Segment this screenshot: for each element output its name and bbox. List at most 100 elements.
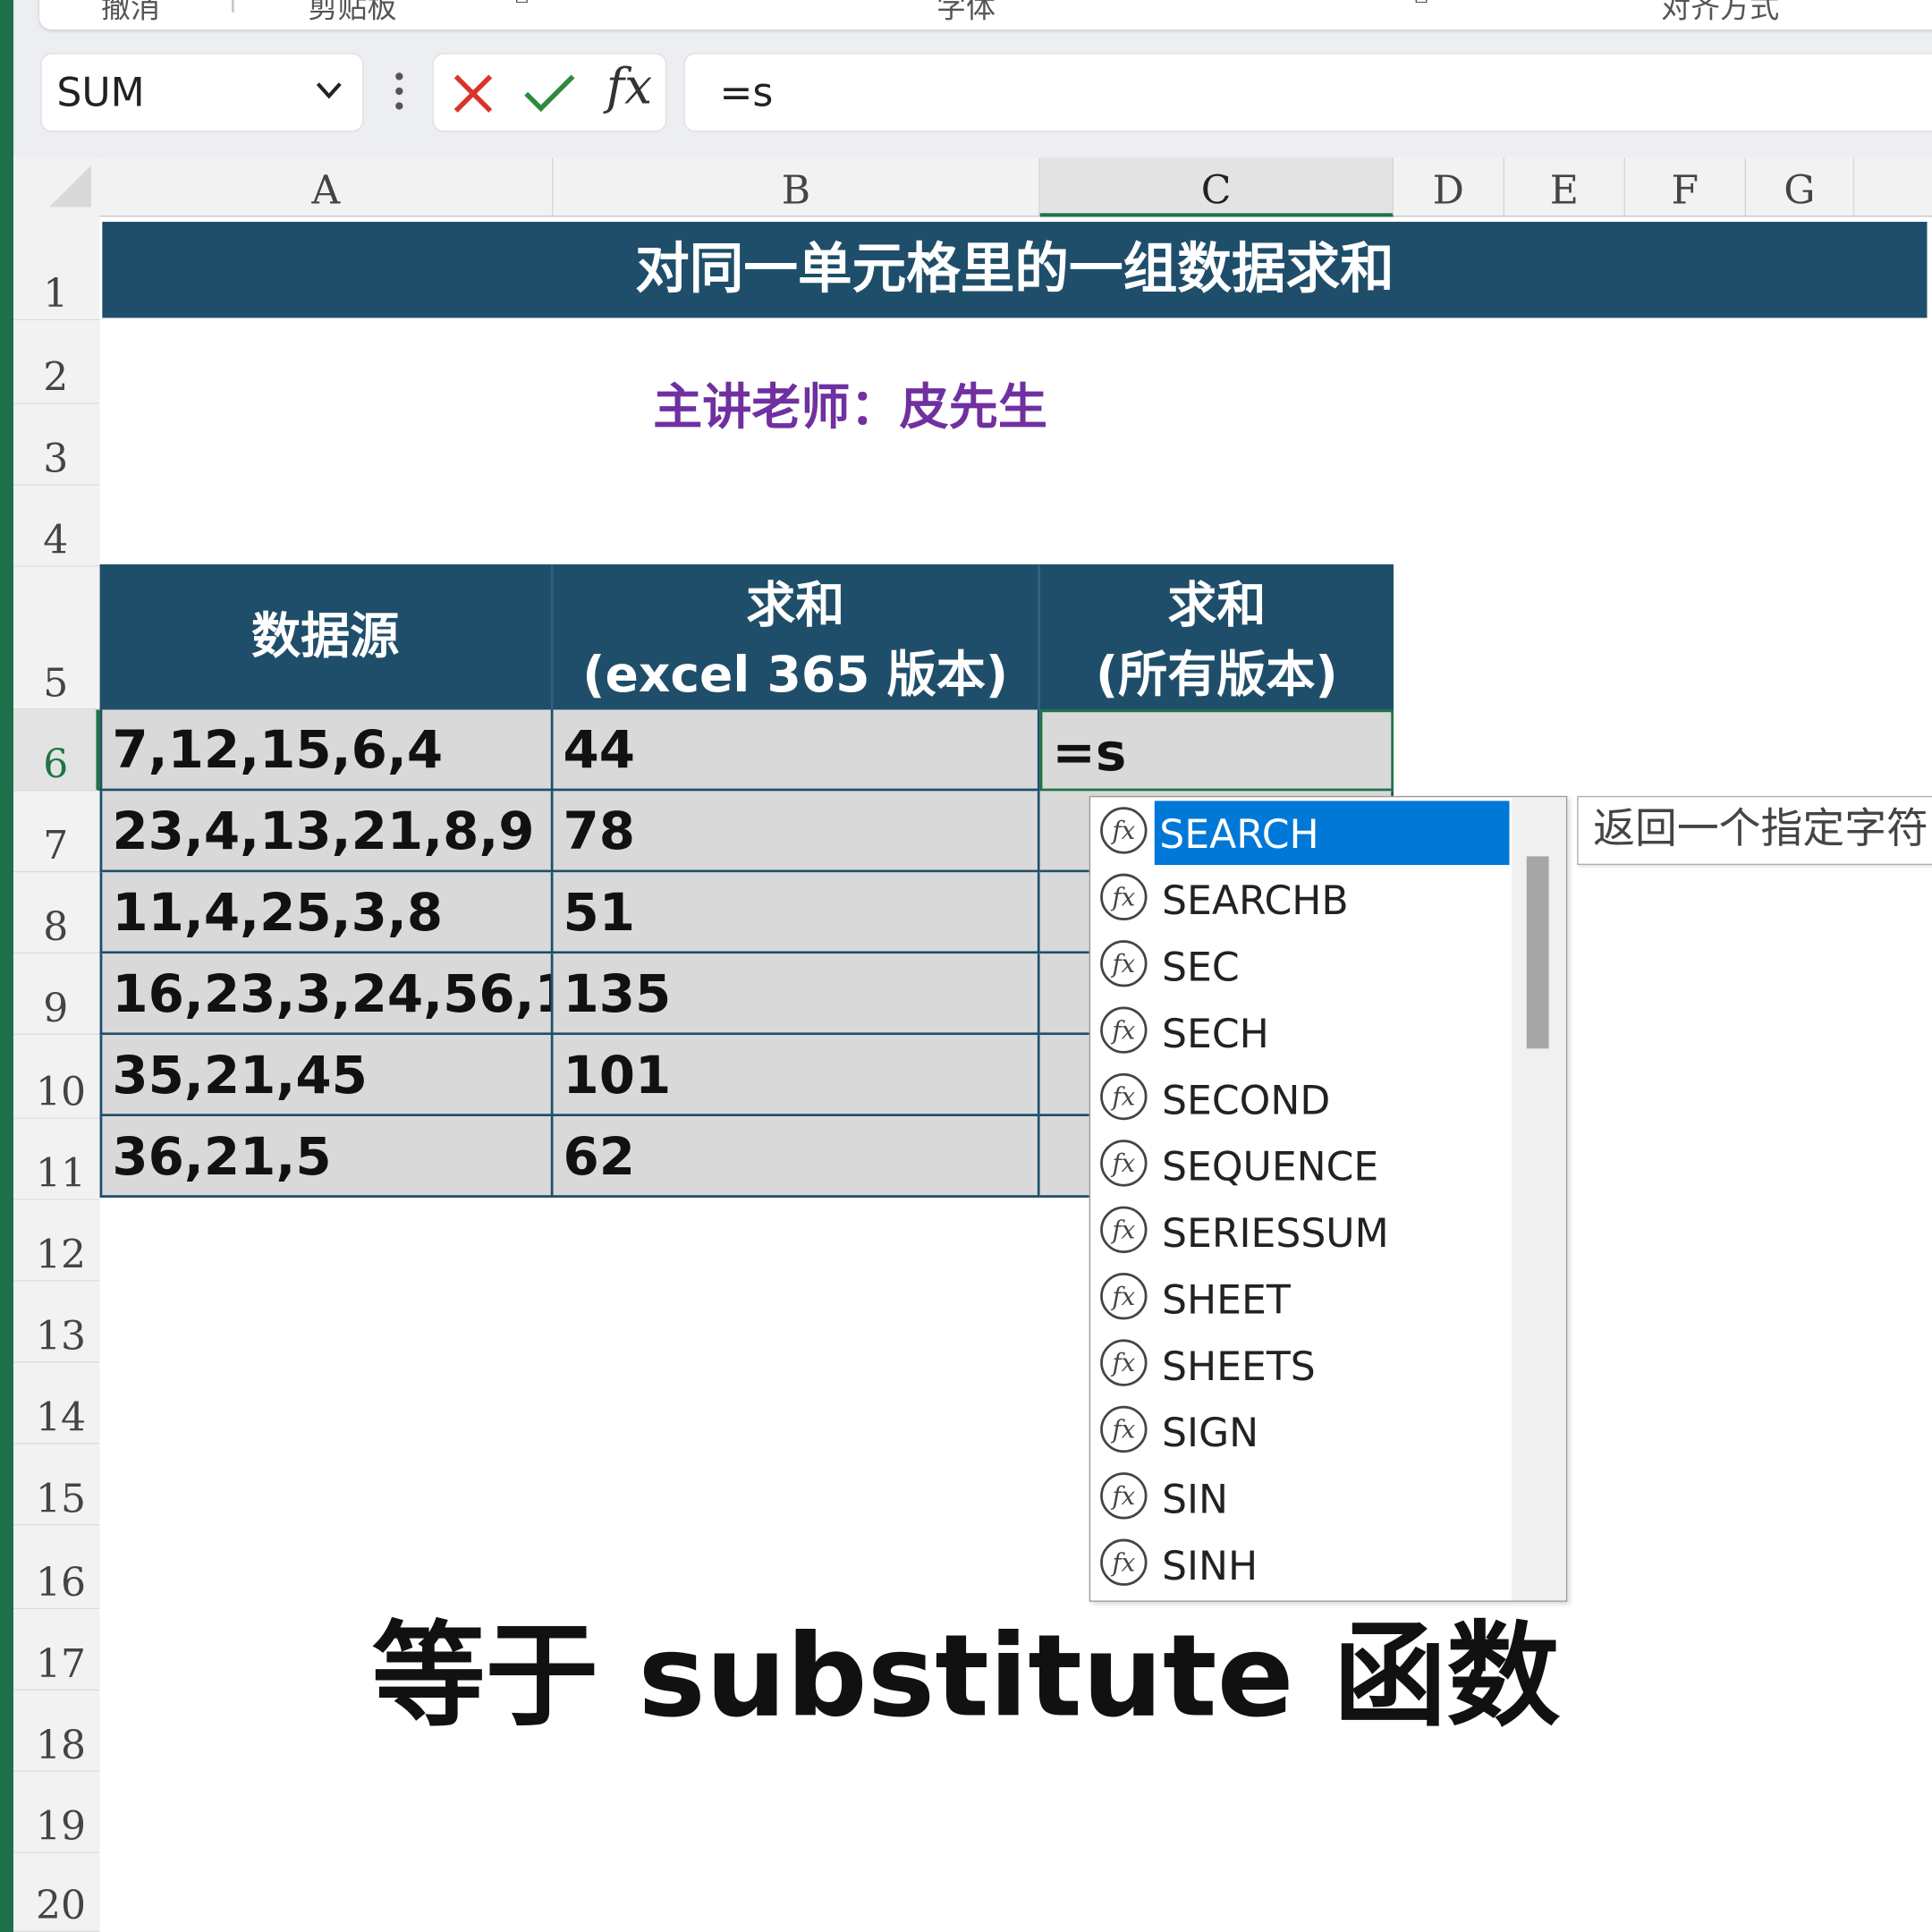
cell-a11[interactable]: 36,21,5 [99, 1116, 554, 1198]
enter-check-icon[interactable] [522, 72, 577, 116]
dialog-launcher-icon[interactable]: ⧉ [1412, 0, 1428, 9]
header-sum-365-line1: 求和 [746, 578, 845, 635]
function-icon: fx [1100, 1538, 1148, 1586]
autocomplete-item[interactable]: fx SEQUENCE [1097, 1132, 1506, 1199]
row-header-7[interactable]: 7 [13, 791, 100, 873]
row-header-14[interactable]: 14 [13, 1362, 100, 1445]
autocomplete-item[interactable]: fx SEC [1097, 933, 1506, 999]
row-header-5[interactable]: 5 [13, 566, 100, 710]
column-header-a[interactable]: A [99, 157, 554, 217]
autocomplete-scrollbar[interactable] [1512, 797, 1566, 1601]
lecturer-text[interactable]: 主讲老师：皮先生 [567, 368, 1134, 439]
row-header-20[interactable]: 20 [13, 1852, 100, 1932]
cell-a8[interactable]: 11,4,25,3,8 [99, 872, 554, 954]
autocomplete-item-label: SHEETS [1162, 1343, 1316, 1390]
cell-b7[interactable]: 78 [553, 791, 1040, 873]
function-icon: fx [1100, 807, 1148, 854]
cell-b11[interactable]: 62 [553, 1116, 1040, 1198]
function-icon: fx [1100, 1006, 1148, 1054]
cell-a9[interactable]: 16,23,3,24,56,13 [99, 953, 554, 1036]
cell-a10[interactable]: 35,21,45 [99, 1035, 554, 1117]
formula-value: =s [719, 69, 774, 116]
row-header-11[interactable]: 11 [13, 1118, 100, 1200]
cell-b10[interactable]: 101 [553, 1035, 1040, 1117]
sheet-title-cell[interactable]: 对同一单元格里的一组数据求和 [102, 221, 1928, 318]
autocomplete-item[interactable]: fx SEARCH [1097, 800, 1510, 866]
row-header-9[interactable]: 9 [13, 953, 100, 1036]
column-header-h[interactable] [1854, 157, 1932, 217]
row-header-19[interactable]: 19 [13, 1771, 100, 1853]
insert-function-icon[interactable]: fx [606, 59, 652, 115]
header-sum-all-line1: 求和 [1167, 578, 1267, 635]
cell-b6[interactable]: 44 [553, 709, 1040, 792]
function-tooltip: 返回一个指定字符 [1577, 795, 1932, 866]
column-header-f[interactable]: F [1624, 157, 1746, 217]
autocomplete-item[interactable]: fx SECH [1097, 999, 1506, 1065]
autocomplete-item[interactable]: fx SEARCHB [1097, 866, 1506, 932]
function-icon: fx [1100, 1339, 1148, 1386]
autocomplete-item-label: SIGN [1162, 1409, 1259, 1457]
autocomplete-item-label: SHEET [1162, 1276, 1291, 1324]
ribbon-group-undo[interactable]: 撤消 [101, 0, 160, 26]
cell-a7[interactable]: 23,4,13,21,8,9 [99, 791, 554, 873]
row-header-15[interactable]: 15 [13, 1444, 100, 1526]
scrollbar-thumb[interactable] [1526, 856, 1549, 1049]
function-autocomplete-list[interactable]: fx SEARCH fx SEARCHB fx SEC fx SECH fx S… [1089, 795, 1568, 1602]
header-sum-all[interactable]: 求和 (所有版本) [1039, 564, 1394, 710]
autocomplete-item[interactable]: fx SHEETS [1097, 1332, 1506, 1398]
autocomplete-item-label: SIN [1162, 1476, 1228, 1523]
header-data-source[interactable]: 数据源 [99, 564, 554, 710]
sheet-title: 对同一单元格里的一组数据求和 [635, 237, 1394, 301]
function-icon: fx [1100, 1140, 1148, 1187]
row-header-13[interactable]: 13 [13, 1281, 100, 1363]
select-all-triangle-icon [49, 165, 91, 208]
row-header-10[interactable]: 10 [13, 1035, 100, 1119]
row-header-2[interactable]: 2 [13, 320, 100, 404]
name-box-value: SUM [56, 69, 145, 116]
formula-tools: fx [433, 54, 665, 131]
ribbon-group-alignment[interactable]: 对齐方式 [1661, 0, 1779, 26]
header-sum-365-line2: (excel 365 版本) [582, 647, 1009, 704]
autocomplete-item-label: SECH [1162, 1010, 1269, 1057]
ribbon-group-font[interactable]: 字体 [936, 0, 996, 26]
ribbon-separator [231, 0, 234, 13]
header-sum-365[interactable]: 求和 (excel 365 版本) [553, 564, 1040, 710]
autocomplete-item[interactable]: fx SIGN [1097, 1399, 1506, 1465]
row-header-1[interactable]: 1 [13, 216, 100, 321]
function-icon: fx [1100, 1206, 1148, 1253]
autocomplete-item[interactable]: fx SERIESSUM [1097, 1199, 1506, 1265]
autocomplete-item[interactable]: fx SECOND [1097, 1066, 1506, 1132]
function-tooltip-text: 返回一个指定字符 [1593, 804, 1928, 854]
cell-c6-active[interactable]: =s [1039, 709, 1394, 792]
autocomplete-item[interactable]: fx SHEET [1097, 1266, 1506, 1332]
column-header-b[interactable]: B [553, 157, 1040, 217]
row-header-12[interactable]: 12 [13, 1199, 100, 1282]
column-header-c[interactable]: C [1039, 157, 1394, 217]
cell-b9[interactable]: 135 [553, 953, 1040, 1036]
autocomplete-item-label: SEQUENCE [1162, 1143, 1379, 1191]
row-header-4[interactable]: 4 [13, 485, 100, 567]
video-caption: 等于 substitute 函数 [371, 1610, 1561, 1742]
column-header-e[interactable]: E [1504, 157, 1625, 217]
autocomplete-item-label: SERIESSUM [1162, 1209, 1389, 1258]
cancel-icon[interactable] [451, 72, 496, 116]
column-header-d[interactable]: D [1394, 157, 1504, 217]
row-header-6[interactable]: 6 [13, 709, 100, 792]
cell-b8[interactable]: 51 [553, 872, 1040, 954]
function-icon: fx [1100, 1072, 1148, 1121]
dialog-launcher-icon[interactable]: ⧉ [513, 0, 529, 9]
row-header-8[interactable]: 8 [13, 872, 100, 954]
function-icon: fx [1100, 873, 1148, 921]
autocomplete-item[interactable]: fx SIN [1097, 1465, 1506, 1531]
more-options-icon[interactable] [387, 69, 412, 118]
name-box[interactable]: SUM [41, 54, 362, 131]
function-icon: fx [1100, 1405, 1148, 1453]
formula-input[interactable]: =s [684, 54, 1932, 131]
chevron-down-icon[interactable] [313, 72, 345, 108]
cell-a6[interactable]: 7,12,15,6,4 [99, 709, 554, 792]
autocomplete-item-label: SEARCH [1154, 801, 1510, 866]
column-header-g[interactable]: G [1745, 157, 1855, 217]
function-icon: fx [1100, 1273, 1148, 1320]
ribbon-group-clipboard[interactable]: 剪贴板 [308, 0, 396, 26]
row-header-3[interactable]: 3 [13, 403, 100, 486]
